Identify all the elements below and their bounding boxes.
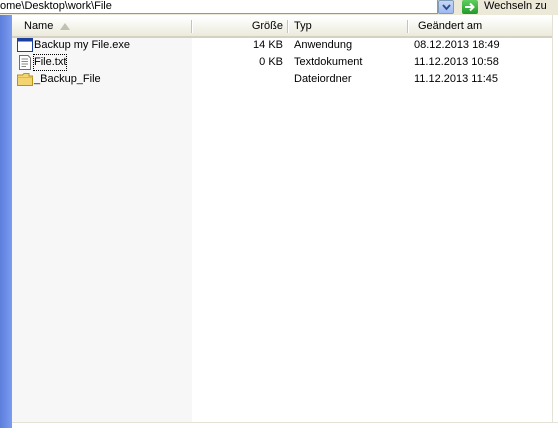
file-type: Anwendung: [294, 39, 353, 51]
column-header-name-label: Name: [24, 20, 54, 32]
column-header-size-label: Größe: [251, 20, 283, 32]
folder-icon: [17, 72, 33, 87]
application-window-icon: [17, 38, 33, 53]
file-size: 14 KB: [253, 39, 283, 51]
window-right-edge: [552, 15, 558, 428]
file-type: Dateiordner: [294, 73, 352, 85]
file-size: 0 KB: [259, 56, 283, 68]
column-header: Name Größe Typ Geändert am: [12, 17, 558, 38]
file-list-view[interactable]: Name Größe Typ Geändert am Backup my Fil…: [12, 15, 558, 428]
text-document-icon: [17, 55, 33, 70]
file-row[interactable]: _Backup_File Dateiordner 11.12.2013 11:4…: [12, 71, 558, 88]
address-bar: ome\Desktop\work\File Wechseln zu: [0, 0, 558, 16]
file-name: Backup my File.exe: [34, 39, 130, 51]
chevron-down-icon: [442, 4, 451, 11]
address-path: ome\Desktop\work\File: [0, 0, 112, 12]
file-size: [192, 71, 283, 88]
file-name: _Backup_File: [34, 73, 101, 85]
column-header-type-label: Typ: [294, 20, 312, 32]
sort-ascending-icon: [60, 23, 70, 30]
file-modified: 11.12.2013 11:45: [414, 73, 499, 85]
column-header-modified[interactable]: Geändert am: [408, 17, 558, 36]
file-modified: 08.12.2013 18:49: [414, 39, 500, 51]
file-row[interactable]: Backup my File.exe 14 KB Anwendung 08.12…: [12, 37, 558, 54]
file-type: Textdokument: [294, 56, 363, 68]
column-header-name[interactable]: Name: [12, 17, 192, 36]
file-row[interactable]: File.txt 0 KB Textdokument 11.12.2013 10…: [12, 54, 558, 71]
address-input[interactable]: ome\Desktop\work\File: [0, 0, 438, 14]
file-name: File.txt: [33, 54, 68, 71]
address-dropdown-button[interactable]: [438, 0, 454, 14]
go-label: Wechseln zu: [484, 0, 547, 12]
file-modified: 11.12.2013 10:58: [414, 56, 499, 68]
sorted-column-highlight: [12, 35, 192, 428]
left-task-pane: [0, 15, 12, 428]
green-arrow-icon: [462, 0, 478, 14]
go-button[interactable]: Wechseln zu: [460, 0, 558, 14]
column-header-modified-label: Geändert am: [418, 20, 483, 32]
column-header-type[interactable]: Typ: [288, 17, 408, 36]
column-header-size[interactable]: Größe: [192, 17, 288, 36]
